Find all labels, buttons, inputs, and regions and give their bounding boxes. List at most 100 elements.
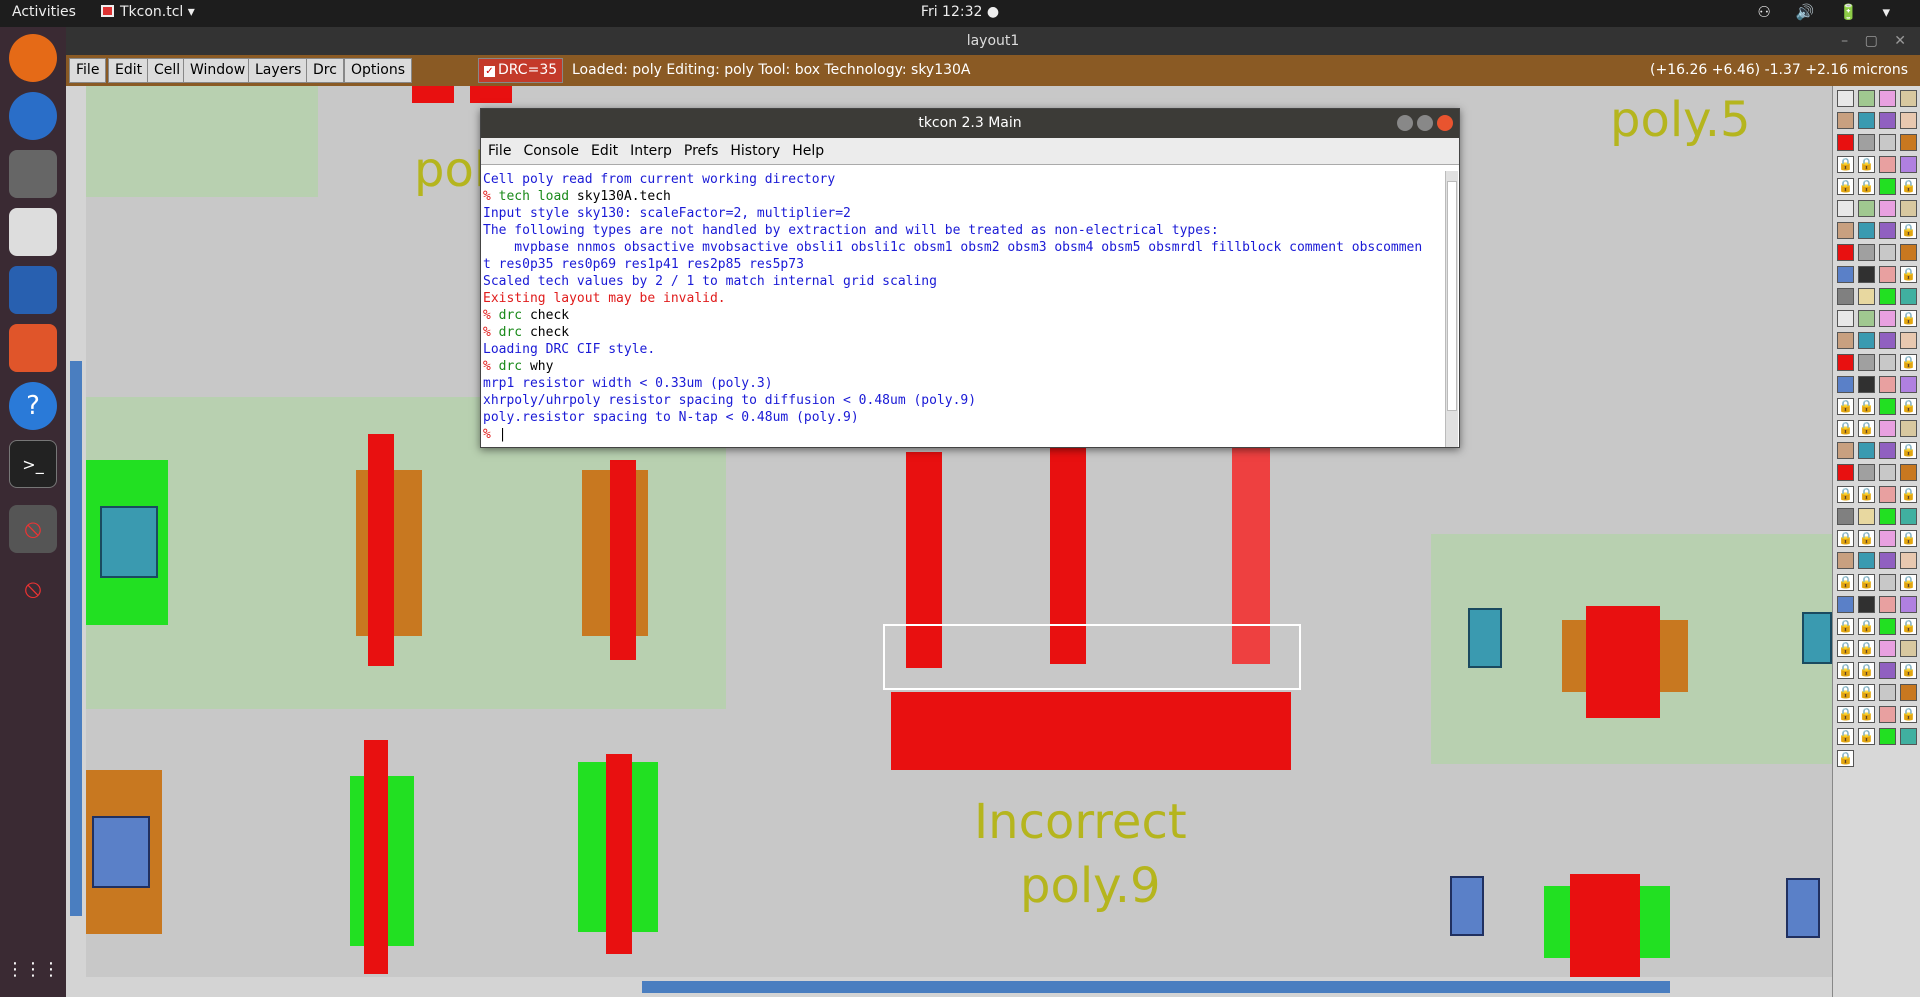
layer-swatch[interactable] [1858, 354, 1875, 371]
layer-swatch[interactable]: 🔒 [1837, 728, 1854, 745]
layer-swatch[interactable]: 🔒 [1900, 266, 1917, 283]
tkcon-titlebar[interactable]: tkcon 2.3 Main [481, 109, 1459, 138]
layer-swatch[interactable] [1858, 464, 1875, 481]
layer-swatch[interactable] [1858, 112, 1875, 129]
menu-options[interactable]: Options [344, 58, 413, 83]
layer-swatch[interactable] [1879, 112, 1896, 129]
layer-swatch[interactable] [1879, 574, 1896, 591]
drc-checkbox[interactable]: ✓ [484, 66, 495, 77]
layer-swatch[interactable] [1837, 244, 1854, 261]
menu-file[interactable]: File [69, 58, 107, 83]
layer-swatch[interactable]: 🔒 [1858, 398, 1875, 415]
layer-swatch[interactable] [1858, 552, 1875, 569]
layer-swatch[interactable]: 🔒 [1837, 398, 1854, 415]
layer-swatch[interactable] [1879, 288, 1896, 305]
layer-swatch[interactable] [1837, 332, 1854, 349]
layer-swatch[interactable] [1879, 596, 1896, 613]
horizontal-scroll-thumb[interactable] [642, 981, 1670, 993]
layer-swatch[interactable] [1879, 244, 1896, 261]
layer-swatch[interactable]: 🔒 [1837, 486, 1854, 503]
layer-swatch[interactable]: 🔒 [1900, 310, 1917, 327]
layer-swatch[interactable] [1900, 552, 1917, 569]
layer-swatch[interactable] [1879, 420, 1896, 437]
menu-layers[interactable]: Layers [248, 58, 309, 83]
layer-swatch[interactable] [1837, 442, 1854, 459]
layer-swatch[interactable] [1879, 508, 1896, 525]
layer-swatch[interactable] [1900, 728, 1917, 745]
layer-swatch[interactable] [1879, 354, 1896, 371]
layer-swatch[interactable]: 🔒 [1858, 574, 1875, 591]
layer-swatch[interactable]: 🔒 [1900, 530, 1917, 547]
layer-swatch[interactable]: 🔒 [1900, 398, 1917, 415]
layer-swatch[interactable]: 🔒 [1858, 156, 1875, 173]
layer-swatch[interactable] [1837, 310, 1854, 327]
tkcon-menu-edit[interactable]: Edit [584, 138, 623, 159]
layer-swatch[interactable]: 🔒 [1900, 706, 1917, 723]
layer-swatch[interactable] [1900, 156, 1917, 173]
vertical-scrollbar[interactable] [66, 86, 86, 977]
layer-swatch[interactable] [1858, 200, 1875, 217]
writer-icon[interactable] [9, 266, 57, 314]
software-icon[interactable] [9, 324, 57, 372]
menu-drc[interactable]: Drc [306, 58, 344, 83]
layer-swatch[interactable]: 🔒 [1900, 178, 1917, 195]
layer-swatch[interactable]: 🔒 [1858, 706, 1875, 723]
files-icon[interactable] [9, 150, 57, 198]
tkcon-menu-interp[interactable]: Interp [623, 138, 677, 159]
selection-box[interactable] [883, 624, 1301, 690]
layer-swatch[interactable]: 🔒 [1858, 618, 1875, 635]
layer-swatch[interactable] [1858, 134, 1875, 151]
layer-swatch[interactable] [1858, 310, 1875, 327]
menu-window[interactable]: Window [183, 58, 253, 83]
horizontal-scrollbar[interactable] [66, 977, 1832, 997]
layer-swatch[interactable] [1879, 178, 1896, 195]
tk-window-icon[interactable]: ⦸ [9, 505, 57, 553]
layer-swatch[interactable] [1858, 376, 1875, 393]
help-icon[interactable]: ? [9, 382, 57, 430]
window-controls[interactable]: – ▢ ✕ [1841, 27, 1912, 55]
layer-swatch[interactable]: 🔒 [1837, 530, 1854, 547]
layer-swatch[interactable] [1837, 464, 1854, 481]
layer-swatch[interactable]: 🔒 [1900, 618, 1917, 635]
terminal-icon[interactable]: >_ [9, 440, 57, 488]
layer-swatch[interactable]: 🔒 [1837, 662, 1854, 679]
layer-swatch[interactable]: 🔒 [1858, 420, 1875, 437]
layer-swatch[interactable]: 🔒 [1900, 442, 1917, 459]
clock[interactable]: Fri 12:32 ● [0, 4, 1920, 20]
layer-swatch[interactable] [1837, 354, 1854, 371]
layer-swatch[interactable]: 🔒 [1837, 750, 1854, 767]
layer-swatch[interactable] [1858, 442, 1875, 459]
layer-swatch[interactable] [1858, 288, 1875, 305]
layer-swatch[interactable] [1858, 222, 1875, 239]
layer-swatch[interactable]: 🔒 [1900, 222, 1917, 239]
tkcon-menu-help[interactable]: Help [785, 138, 829, 159]
layer-swatch[interactable] [1837, 134, 1854, 151]
layer-swatch[interactable] [1900, 288, 1917, 305]
layer-swatch[interactable] [1879, 486, 1896, 503]
layer-swatch[interactable] [1879, 200, 1896, 217]
layer-swatch[interactable] [1879, 530, 1896, 547]
layer-swatch[interactable] [1879, 728, 1896, 745]
layer-swatch[interactable] [1879, 640, 1896, 657]
layer-swatch[interactable] [1837, 376, 1854, 393]
layer-swatch[interactable] [1837, 266, 1854, 283]
layer-swatch[interactable]: 🔒 [1900, 662, 1917, 679]
rhythmbox-icon[interactable] [9, 208, 57, 256]
layer-swatch[interactable] [1900, 508, 1917, 525]
thunderbird-icon[interactable] [9, 92, 57, 140]
layer-swatch[interactable] [1837, 112, 1854, 129]
drc-toggle[interactable]: ✓ DRC=35 [478, 58, 564, 83]
layer-swatch[interactable] [1879, 156, 1896, 173]
layer-swatch[interactable]: 🔒 [1837, 156, 1854, 173]
layer-swatch[interactable] [1858, 508, 1875, 525]
layer-swatch[interactable] [1837, 508, 1854, 525]
layer-swatch[interactable]: 🔒 [1900, 486, 1917, 503]
layer-swatch[interactable] [1837, 200, 1854, 217]
layer-swatch[interactable] [1858, 332, 1875, 349]
tkcon-menu-prefs[interactable]: Prefs [677, 138, 723, 159]
layer-swatch[interactable] [1900, 684, 1917, 701]
layer-swatch[interactable] [1900, 464, 1917, 481]
layer-swatch[interactable] [1837, 222, 1854, 239]
firefox-icon[interactable] [9, 34, 57, 82]
layer-swatch[interactable]: 🔒 [1837, 706, 1854, 723]
